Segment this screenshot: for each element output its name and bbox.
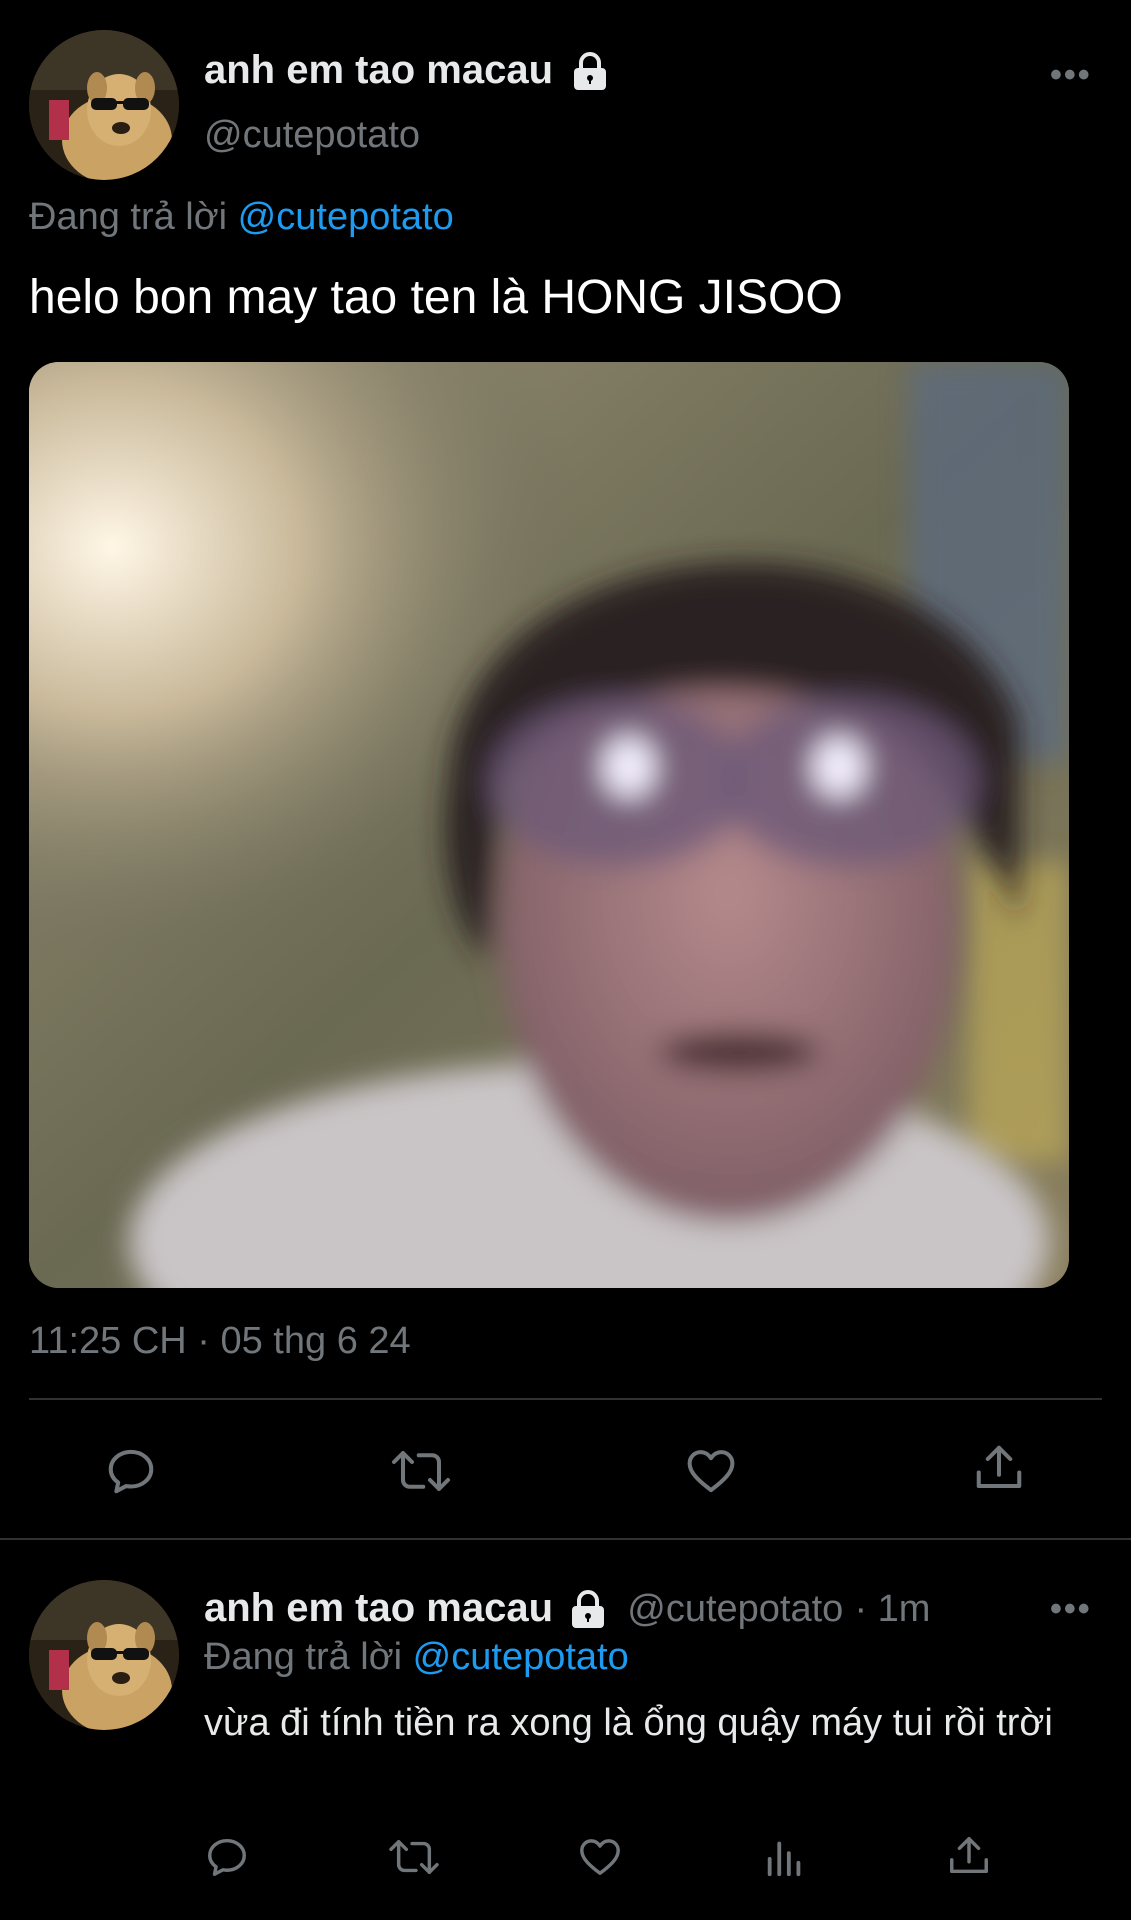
avatar[interactable] xyxy=(29,30,179,180)
lock-icon xyxy=(568,1590,608,1630)
tweet-text: helo bon may tao ten là HONG JISOO xyxy=(29,271,843,324)
display-name-text: anh em tao macau xyxy=(204,48,554,92)
relative-time[interactable]: · 1m xyxy=(854,1588,930,1630)
more-options-icon[interactable]: ••• xyxy=(1050,56,1092,95)
tweet-text: vừa đi tính tiền ra xong là ổng quậy máy… xyxy=(204,1702,1053,1744)
analytics-icon[interactable] xyxy=(762,1834,808,1880)
more-options-icon[interactable]: ••• xyxy=(1050,1590,1092,1629)
retweet-icon[interactable] xyxy=(388,1444,454,1498)
share-icon[interactable] xyxy=(972,1440,1026,1496)
handle[interactable]: @cutepotato xyxy=(204,114,420,157)
replying-to: Đang trả lời @cutepotato xyxy=(29,196,454,239)
divider xyxy=(0,1538,1131,1540)
display-name[interactable]: anh em tao macau xyxy=(204,48,610,93)
reply-to-link[interactable]: @cutepotato xyxy=(238,196,454,238)
lock-icon xyxy=(570,52,610,92)
reply-header: anh em tao macau @cutepotato · 1m xyxy=(204,1586,930,1631)
retweet-icon[interactable] xyxy=(386,1834,442,1880)
replying-to: Đang trả lời @cutepotato xyxy=(204,1636,629,1679)
reply-prefix: Đang trả lời xyxy=(29,196,228,238)
divider xyxy=(29,1398,1102,1400)
like-icon[interactable] xyxy=(576,1834,624,1880)
reply-to-link[interactable]: @cutepotato xyxy=(413,1636,629,1678)
reply-icon[interactable] xyxy=(204,1834,250,1880)
tweet-photo[interactable] xyxy=(29,362,1069,1288)
like-icon[interactable] xyxy=(683,1444,739,1498)
timestamp[interactable]: 11:25 CH · 05 thg 6 24 xyxy=(29,1320,411,1363)
reply-icon[interactable] xyxy=(104,1444,158,1498)
reply-prefix: Đang trả lời xyxy=(204,1636,403,1678)
handle[interactable]: @cutepotato xyxy=(627,1588,843,1630)
share-icon[interactable] xyxy=(946,1832,992,1880)
avatar[interactable] xyxy=(29,1580,179,1730)
display-name[interactable]: anh em tao macau xyxy=(204,1586,553,1630)
